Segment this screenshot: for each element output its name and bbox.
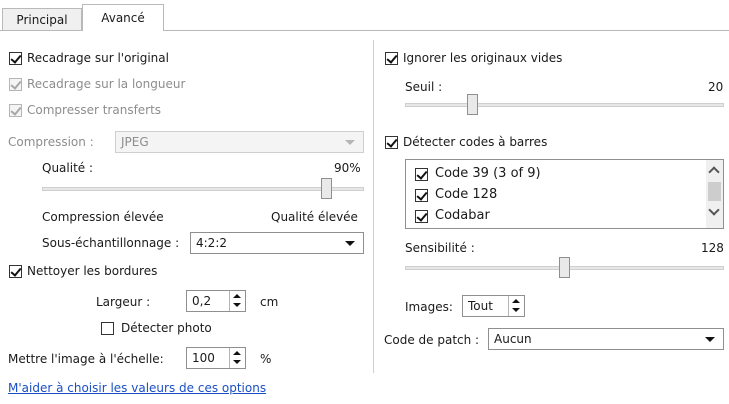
spin-up-icon (233, 294, 241, 298)
largeur-label: Largeur : (96, 295, 151, 309)
tab-principal-label: Principal (16, 13, 68, 27)
ignorer-checkbox[interactable] (385, 52, 398, 65)
scrollbar-thumb[interactable] (708, 182, 721, 201)
check-icon (416, 168, 428, 180)
barcode-list-scrollbar[interactable] (706, 160, 723, 228)
qualite-value: 90% (334, 161, 361, 175)
images-spin-buttons[interactable] (508, 296, 524, 316)
barcode-item-label: Code 39 (3 of 9) (435, 166, 541, 181)
detecter-photo-label: Détecter photo (121, 321, 212, 335)
sensibilite-slider-thumb[interactable] (559, 257, 570, 278)
echelle-label: Mettre l'image à l'échelle: (8, 352, 164, 366)
check-icon (10, 265, 22, 277)
largeur-spin-buttons[interactable] (229, 291, 245, 311)
compression-elevee-label: Compression élevée (42, 210, 164, 224)
ignorer-label: Ignorer les originaux vides (403, 51, 563, 65)
check-icon (416, 189, 428, 201)
detecter-codes-checkbox[interactable] (385, 136, 398, 149)
column-divider (373, 40, 374, 373)
spin-down-icon (233, 360, 241, 364)
tab-principal[interactable]: Principal (2, 8, 82, 30)
echelle-value: 100 (192, 351, 215, 365)
check-icon (10, 104, 22, 116)
check-icon (386, 136, 398, 148)
help-link[interactable]: M'aider à choisir les valeurs de ces opt… (8, 381, 266, 395)
sous-echantillonnage-value: 4:2:2 (196, 236, 227, 250)
scroll-up-icon[interactable] (708, 166, 720, 178)
recadrage-original-checkbox[interactable] (9, 52, 22, 65)
images-stepper[interactable]: Tout (462, 295, 525, 317)
spin-down-icon (512, 308, 520, 312)
seuil-slider-track[interactable] (405, 103, 724, 107)
patch-label: Code de patch : (384, 333, 480, 347)
echelle-spin-buttons[interactable] (229, 348, 245, 368)
nettoyer-label: Nettoyer les bordures (27, 264, 158, 278)
check-icon (10, 52, 22, 64)
largeur-stepper[interactable]: 0,2 (186, 290, 246, 312)
patch-select[interactable]: Aucun (488, 328, 724, 350)
barcode-item-checkbox[interactable] (415, 210, 428, 223)
chevron-down-icon (705, 337, 715, 342)
recadrage-longueur-label: Recadrage sur la longueur (27, 77, 186, 91)
check-icon (386, 52, 398, 64)
largeur-unit: cm (260, 295, 279, 309)
echelle-unit: % (260, 352, 272, 366)
detecter-codes-label: Détecter codes à barres (403, 135, 548, 149)
spin-up-icon (233, 351, 241, 355)
recadrage-original-label: Recadrage sur l'original (27, 51, 169, 65)
seuil-slider-thumb[interactable] (467, 94, 478, 115)
nettoyer-checkbox[interactable] (9, 265, 22, 278)
tab-avance-label: Avancé (101, 11, 145, 25)
echelle-stepper[interactable]: 100 (186, 347, 246, 369)
barcode-item-checkbox[interactable] (415, 168, 428, 181)
largeur-value: 0,2 (192, 294, 212, 308)
detecter-photo-checkbox[interactable] (101, 322, 114, 335)
sous-echantillonnage-select[interactable]: 4:2:2 (190, 232, 364, 254)
compresser-checkbox (9, 104, 22, 117)
compression-select: JPEG (115, 131, 364, 153)
check-icon (10, 78, 22, 90)
check-icon (416, 210, 428, 222)
scroll-down-icon[interactable] (708, 204, 720, 216)
sous-echantillonnage-label: Sous-échantillonnage : (42, 236, 180, 250)
qualite-label: Qualité : (42, 161, 94, 175)
recadrage-longueur-checkbox (9, 78, 22, 91)
sensibilite-label: Sensibilité : (405, 241, 475, 255)
seuil-label: Seuil : (405, 80, 443, 94)
spin-up-icon (512, 299, 520, 303)
images-value: Tout (468, 299, 493, 313)
barcode-item-checkbox[interactable] (415, 189, 428, 202)
compresser-label: Compresser transferts (27, 103, 162, 117)
compression-label: Compression : (8, 135, 94, 149)
qualite-elevee-label: Qualité élevée (271, 210, 358, 224)
compression-value: JPEG (121, 135, 149, 149)
images-label: Images: (405, 300, 453, 314)
chevron-down-icon (345, 140, 355, 145)
qualite-slider-track[interactable] (42, 187, 364, 191)
qualite-slider-thumb[interactable] (321, 178, 333, 199)
tab-avance[interactable]: Avancé (82, 4, 164, 31)
barcode-item-label: Codabar (435, 208, 490, 223)
patch-value: Aucun (494, 332, 532, 346)
sensibilite-value: 128 (701, 241, 724, 255)
barcode-list[interactable]: Code 39 (3 of 9) Code 128 Codabar (405, 159, 724, 229)
chevron-down-icon (345, 241, 355, 246)
barcode-item-label: Code 128 (435, 187, 498, 202)
spin-down-icon (233, 303, 241, 307)
seuil-value: 20 (708, 80, 724, 94)
